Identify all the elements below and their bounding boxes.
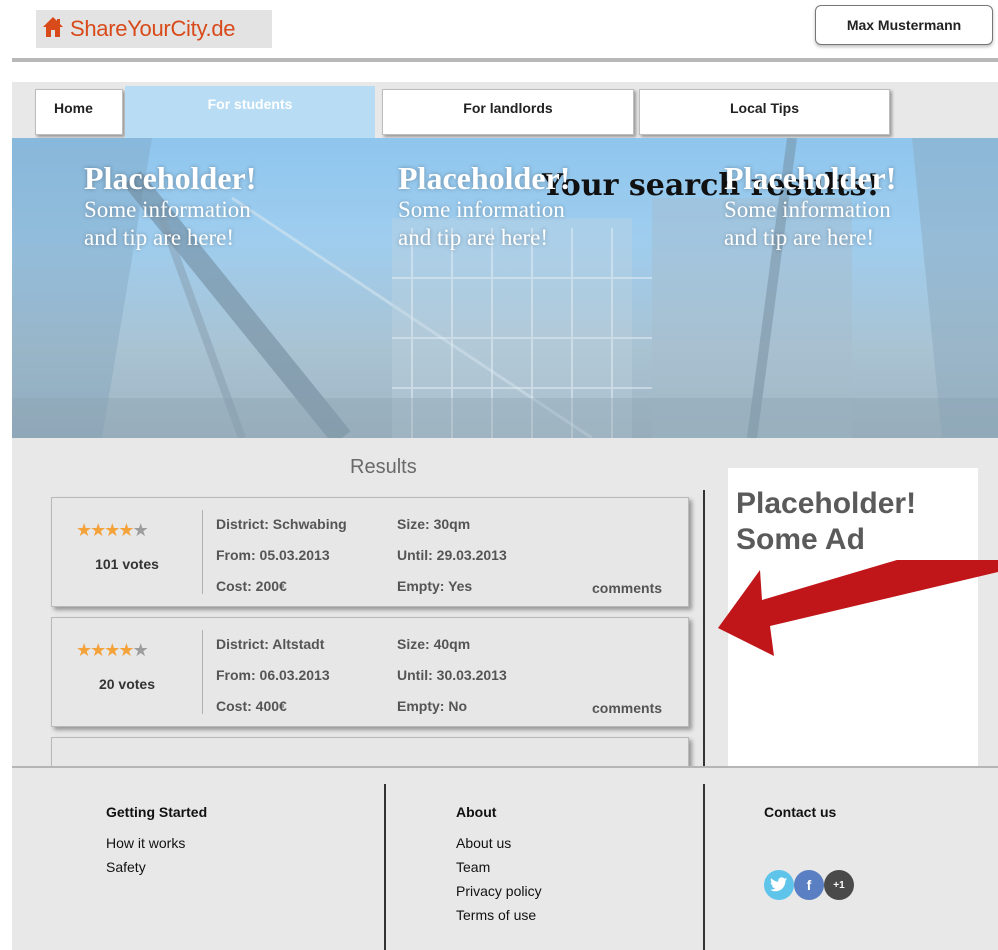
- facebook-glyph: f: [806, 877, 812, 893]
- footer-link-about-us[interactable]: About us: [456, 835, 511, 851]
- votes-count: 20 votes: [98, 676, 156, 692]
- star-filled-icon: ★: [104, 640, 120, 660]
- results-title: Results: [350, 456, 417, 478]
- house-icon: [42, 16, 64, 43]
- placeholder-text-line: and tip are here!: [724, 225, 875, 250]
- footer-link-privacy-policy[interactable]: Privacy policy: [456, 883, 542, 899]
- district-field: District: Altstadt: [216, 636, 325, 652]
- footer-divider: [703, 784, 705, 950]
- ad-subtext: Some Ad: [736, 523, 865, 556]
- footer-link-team[interactable]: Team: [456, 859, 490, 875]
- votes-count: 101 votes: [95, 556, 159, 572]
- twitter-icon[interactable]: [764, 870, 794, 900]
- card-separator: [202, 510, 203, 594]
- footer-divider: [384, 784, 386, 950]
- empty-field: Empty: No: [397, 698, 467, 714]
- placeholder-text-line: and tip are here!: [398, 225, 549, 250]
- site-logo[interactable]: ShareYourCity.de: [36, 10, 272, 48]
- star-filled-icon: ★: [76, 520, 92, 540]
- footer-heading-getting-started: Getting Started: [106, 804, 208, 820]
- star-filled-icon: ★: [90, 640, 106, 660]
- comments-link[interactable]: comments: [592, 580, 662, 596]
- facebook-icon[interactable]: f: [794, 870, 824, 900]
- logo-text: ShareYourCity.de: [70, 16, 236, 41]
- placeholder-text-line: Some information: [84, 197, 251, 222]
- placeholder-text-line: Some information: [398, 197, 565, 222]
- star-rating: ★★★★★: [76, 520, 149, 541]
- empty-field: Empty: Yes: [397, 578, 473, 594]
- star-empty-icon: ★: [132, 640, 149, 660]
- hero-placeholder-3: Placeholder! Some information and tip ar…: [724, 160, 964, 252]
- tab-for-landlords[interactable]: For landlords: [382, 89, 634, 135]
- footer-heading-contact: Contact us: [764, 804, 837, 820]
- placeholder-heading: Placeholder!: [724, 160, 897, 196]
- size-field: Size: 40qm: [397, 636, 471, 652]
- star-filled-icon: ★: [90, 520, 106, 540]
- from-date-field: From: 05.03.2013: [216, 547, 330, 563]
- from-date-field: From: 06.03.2013: [216, 667, 330, 683]
- header-divider: [12, 58, 998, 62]
- star-empty-icon: ★: [132, 520, 149, 540]
- ad-heading: Placeholder!: [736, 487, 917, 520]
- red-arrow-annotation: [718, 560, 998, 656]
- cost-field: Cost: 400€: [216, 698, 287, 714]
- comments-link[interactable]: comments: [592, 700, 662, 716]
- footer: Getting Started How it works Safety Abou…: [12, 766, 998, 950]
- placeholder-text-line: and tip are here!: [84, 225, 235, 250]
- tab-home[interactable]: Home: [35, 89, 123, 135]
- placeholder-heading: Placeholder!: [398, 160, 571, 196]
- ad-text: Placeholder! Some Ad: [736, 486, 976, 558]
- footer-heading-about: About: [456, 804, 497, 820]
- google-plus-icon[interactable]: +1: [824, 870, 854, 900]
- footer-link-terms-of-use[interactable]: Terms of use: [456, 907, 536, 923]
- placeholder-heading: Placeholder!: [84, 160, 257, 196]
- result-card[interactable]: ★★★★★ 101 votes District: Schwabing From…: [51, 497, 689, 607]
- card-separator: [202, 630, 203, 714]
- star-filled-icon: ★: [104, 520, 120, 540]
- until-date-field: Until: 30.03.2013: [397, 667, 507, 683]
- size-field: Size: 30qm: [397, 516, 471, 532]
- hero-placeholder-1: Placeholder! Some information and tip ar…: [84, 160, 324, 252]
- footer-link-how-it-works[interactable]: How it works: [106, 835, 185, 851]
- cost-field: Cost: 200€: [216, 578, 287, 594]
- star-filled-icon: ★: [118, 520, 134, 540]
- hero-placeholder-2: Placeholder! Some information and tip ar…: [398, 160, 638, 252]
- until-date-field: Until: 29.03.2013: [397, 547, 507, 563]
- district-field: District: Schwabing: [216, 516, 347, 532]
- result-card[interactable]: ★★★★★ 20 votes District: Altstadt From: …: [51, 617, 689, 727]
- star-filled-icon: ★: [118, 640, 134, 660]
- placeholder-text-line: Some information: [724, 197, 891, 222]
- tab-local-tips[interactable]: Local Tips: [639, 89, 890, 135]
- user-menu-button[interactable]: Max Mustermann: [815, 5, 993, 45]
- google-plus-label: +1: [833, 879, 845, 891]
- tab-for-students[interactable]: For students: [125, 86, 375, 138]
- star-rating: ★★★★★: [76, 640, 149, 661]
- star-filled-icon: ★: [76, 640, 92, 660]
- footer-link-safety[interactable]: Safety: [106, 859, 146, 875]
